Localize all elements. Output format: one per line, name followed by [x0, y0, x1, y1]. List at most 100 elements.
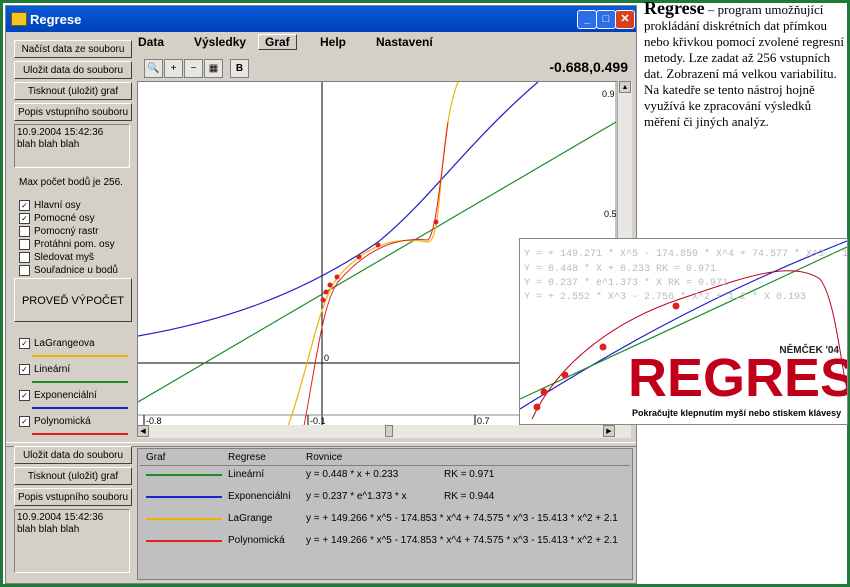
scroll-left-icon[interactable]: ◀: [137, 425, 149, 437]
splash-point: [533, 403, 541, 411]
title-bar: Regrese _ □ ✕: [6, 6, 636, 32]
log-line: 10.9.2004 15:42:36: [17, 512, 104, 523]
tab-help[interactable]: Help: [320, 35, 346, 49]
tab-graph[interactable]: Graf: [258, 34, 297, 50]
checkbox-icon[interactable]: [19, 265, 30, 276]
checkbox-icon[interactable]: ✓: [19, 338, 30, 349]
save-data-button[interactable]: Uložit data do souboru: [14, 61, 132, 79]
splash-equation: Y = + 2.552 * X^3 - 2.756 * X^2 + 1.2 * …: [524, 292, 807, 303]
description-title: Regrese: [644, 0, 705, 18]
option-label: Souřadnice u bodů: [34, 265, 118, 277]
tab-results[interactable]: Výsledky: [194, 35, 246, 49]
log-line: blah blah blah: [17, 139, 80, 150]
data-point: [323, 289, 329, 295]
series-exponential-swatch: [32, 407, 128, 409]
checkbox-icon[interactable]: ✓: [19, 364, 30, 375]
scroll-right-icon[interactable]: ▶: [603, 425, 615, 437]
header-graph: Graf: [146, 452, 166, 463]
scroll-up-icon[interactable]: ▲: [619, 81, 631, 93]
row-name: Exponenciální: [228, 491, 291, 502]
horizontal-scrollbar[interactable]: ◀ ▶: [137, 425, 631, 438]
option-aux-axes[interactable]: ✓ Pomocné osy: [19, 213, 95, 224]
option-main-axes[interactable]: ✓ Hlavní osy: [19, 200, 81, 211]
cursor-coordinates: -0.688,0.499: [549, 59, 628, 75]
option-label: Pomocné osy: [34, 213, 95, 225]
row-equation: y = 0.448 * x + 0.233: [306, 469, 399, 480]
compute-button[interactable]: PROVEĎ VÝPOČET: [14, 278, 132, 322]
splash-point: [561, 371, 569, 379]
checkbox-icon[interactable]: ✓: [19, 416, 30, 427]
series-lagrange-toggle[interactable]: ✓ LaGrangeova: [19, 338, 95, 349]
option-label: Pomocný rastr: [34, 226, 99, 238]
exponential-curve: [137, 81, 539, 337]
series-label: Polynomická: [34, 416, 91, 428]
label-y-top: 0.9: [602, 89, 615, 99]
row-name: Lineární: [228, 469, 265, 480]
series-swatch: [146, 474, 222, 476]
zoom-fit-icon[interactable]: ▦: [204, 59, 223, 78]
save-data-button-2[interactable]: Uložit data do souboru: [14, 446, 132, 464]
splash-equation: Y = + 149.271 * X^5 - 174.859 * X^4 + 74…: [524, 249, 848, 260]
checkbox-icon[interactable]: [19, 226, 30, 237]
zoom-icon[interactable]: 🔍: [144, 59, 163, 78]
data-point: [375, 242, 381, 248]
tab-settings[interactable]: Nastavení: [376, 35, 433, 49]
option-track-mouse[interactable]: Sledovat myš: [19, 252, 94, 263]
max-points-text: Max počet bodů je 256.: [19, 177, 123, 188]
tab-bar: Data Výsledky Graf Help Nastavení: [134, 32, 634, 54]
series-lagrange-swatch: [32, 355, 128, 357]
checkbox-icon[interactable]: [19, 252, 30, 263]
splash-point: [672, 302, 680, 310]
series-linear-toggle[interactable]: ✓ Lineární: [19, 364, 70, 375]
window-title: Regrese: [30, 12, 82, 27]
option-point-coords[interactable]: Souřadnice u bodů: [19, 265, 118, 276]
option-aux-grid[interactable]: Pomocný rastr: [19, 226, 98, 237]
series-label: Exponenciální: [34, 390, 97, 402]
tab-data[interactable]: Data: [138, 35, 164, 49]
zoom-out-icon[interactable]: −: [184, 59, 203, 78]
option-extend-axes[interactable]: Protáhni pom. osy: [19, 239, 115, 250]
label-y-mid: 0.5: [604, 209, 617, 219]
input-description-button-2[interactable]: Popis vstupního souboru: [14, 488, 132, 506]
log-line: 10.9.2004 15:42:36: [17, 127, 104, 138]
minimize-button[interactable]: _: [577, 10, 597, 29]
series-swatch: [146, 496, 222, 498]
scroll-thumb[interactable]: [385, 425, 393, 437]
row-equation: y = 0.237 * e^1.373 * x: [306, 491, 407, 502]
print-graph-button[interactable]: Tisknout (uložit) graf: [14, 82, 132, 100]
graph-toolbar: 🔍 + − ▦ B -0.688,0.499: [134, 56, 630, 80]
table-row[interactable]: Polynomická y = + 149.266 * x^5 - 174.85…: [138, 533, 632, 555]
row-name: LaGrange: [228, 513, 273, 524]
input-description-button[interactable]: Popis vstupního souboru: [14, 103, 132, 121]
maximize-button[interactable]: □: [596, 10, 616, 29]
series-polynomial-toggle[interactable]: ✓ Polynomická: [19, 416, 91, 427]
series-exponential-toggle[interactable]: ✓ Exponenciální: [19, 390, 97, 401]
splash-logo: REGRESE: [628, 348, 847, 408]
splash-screen[interactable]: Y = + 149.271 * X^5 - 174.859 * X^4 + 74…: [519, 238, 848, 425]
data-point: [334, 274, 340, 280]
log-box[interactable]: 10.9.2004 15:42:36 blah blah blah: [14, 124, 130, 168]
zoom-in-icon[interactable]: +: [164, 59, 183, 78]
results-table: Graf Regrese Rovnice Lineární y = 0.448 …: [137, 448, 633, 580]
table-row[interactable]: Lineární y = 0.448 * x + 0.233 RK = 0.97…: [138, 467, 632, 489]
table-row[interactable]: Exponenciální y = 0.237 * e^1.373 * x RK…: [138, 489, 632, 511]
checkbox-icon[interactable]: ✓: [19, 200, 30, 211]
option-label: Sledovat myš: [34, 252, 95, 264]
bold-toggle-button[interactable]: B: [230, 59, 249, 78]
checkbox-icon[interactable]: ✓: [19, 213, 30, 224]
table-row[interactable]: LaGrange y = + 149.266 * x^5 - 174.853 *…: [138, 511, 632, 533]
row-equation: y = + 149.266 * x^5 - 174.853 * x^4 + 74…: [306, 535, 618, 546]
option-label: Protáhni pom. osy: [34, 239, 115, 251]
splash-point: [540, 388, 548, 396]
header-separator: [140, 465, 630, 466]
header-equation: Rovnice: [306, 452, 343, 463]
log-box-2[interactable]: 10.9.2004 15:42:36 blah blah blah: [14, 509, 130, 573]
checkbox-icon[interactable]: ✓: [19, 390, 30, 401]
print-graph-button-2[interactable]: Tisknout (uložit) graf: [14, 467, 132, 485]
row-rk: RK = 0.971: [444, 469, 495, 480]
header-regression: Regrese: [228, 452, 266, 463]
load-data-button[interactable]: Načíst data ze souboru: [14, 40, 132, 58]
close-button[interactable]: ✕: [615, 10, 635, 29]
checkbox-icon[interactable]: [19, 239, 30, 250]
data-point: [433, 219, 439, 225]
